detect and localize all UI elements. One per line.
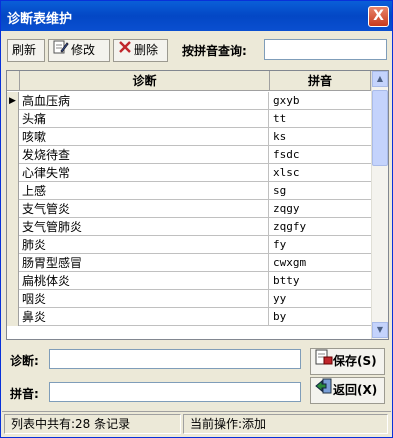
- pinyin-cell: yy: [273, 292, 287, 305]
- pinyin-cell: fy: [273, 238, 287, 251]
- search-label: 按拼音查询:: [182, 44, 247, 58]
- diagnosis-cell: 扁桃体炎: [20, 272, 269, 290]
- table-row[interactable]: 心律失常 xlsc: [7, 164, 371, 182]
- diagnosis-cell: 心律失常: [20, 164, 269, 182]
- table-row[interactable]: 发烧待查 fsdc: [7, 146, 371, 164]
- save-icon: [315, 349, 333, 374]
- diagnosis-cell: 支气管肺炎: [20, 218, 269, 236]
- return-button[interactable]: 返回(X): [310, 377, 385, 404]
- exit-door-icon: [315, 378, 333, 403]
- scroll-down-icon[interactable]: ▼: [372, 322, 388, 338]
- diagnosis-cell: 鼻炎: [20, 308, 269, 326]
- pinyin-cell: ks: [273, 130, 287, 143]
- pinyin-cell: zqgy: [273, 202, 300, 215]
- table-row[interactable]: 上感 sg: [7, 182, 371, 200]
- pinyin-cell: sg: [273, 184, 287, 197]
- pinyin-cell: gxyb: [273, 94, 300, 107]
- diagnosis-cell: 高血压病: [20, 92, 269, 110]
- row-indicator: [7, 146, 19, 164]
- current-row-indicator-icon: ▶: [7, 92, 19, 110]
- delete-label: 删除: [134, 43, 159, 57]
- table-row[interactable]: 咳嗽 ks: [7, 128, 371, 146]
- table-row[interactable]: 咽炎 yy: [7, 290, 371, 308]
- pinyin-field-label: 拼音:: [10, 387, 39, 401]
- table-row[interactable]: 扁桃体炎 btty: [7, 272, 371, 290]
- table-row[interactable]: 头痛 tt: [7, 110, 371, 128]
- diagnosis-input[interactable]: [49, 349, 301, 369]
- record-count-status: 列表中共有:28 条记录: [4, 414, 181, 434]
- row-indicator: [7, 182, 19, 200]
- window-title: 诊断表维护: [7, 12, 73, 27]
- diagnosis-cell: 咽炎: [20, 290, 269, 308]
- pinyin-cell: fsdc: [273, 148, 300, 161]
- pinyin-cell: btty: [273, 274, 300, 287]
- diagnosis-cell: 咳嗽: [20, 128, 269, 146]
- row-indicator: [7, 236, 19, 254]
- row-indicator: [7, 308, 19, 326]
- pinyin-input[interactable]: [49, 382, 301, 402]
- return-label: 返回(X): [333, 383, 378, 397]
- scroll-thumb[interactable]: [372, 90, 388, 166]
- pinyin-cell: tt: [273, 112, 287, 125]
- pinyin-cell: zqgfy: [273, 220, 307, 233]
- row-indicator: [7, 290, 19, 308]
- delete-button[interactable]: 删除: [113, 39, 168, 62]
- title-bar[interactable]: 诊断表维护 X: [1, 1, 392, 31]
- edit-label: 修改: [71, 43, 96, 57]
- table-row[interactable]: 鼻炎 by: [7, 308, 371, 326]
- row-indicator: [7, 218, 19, 236]
- pinyin-cell: cwxgm: [273, 256, 307, 269]
- status-bar: 列表中共有:28 条记录 当前操作:添加: [2, 411, 391, 435]
- table-row[interactable]: ▶ 高血压病 gxyb: [7, 92, 371, 110]
- table-row[interactable]: 肠胃型感冒 cwxgm: [7, 254, 371, 272]
- save-label: 保存(S): [333, 354, 377, 368]
- close-button[interactable]: X: [368, 6, 389, 27]
- row-indicator: [7, 200, 19, 218]
- table-body: ▶ 高血压病 gxyb 头痛 tt 咳嗽 ks 发烧待查 fsdc 心律失常 xlsc 上感 sg 支气管…: [7, 92, 371, 326]
- table-header: 诊断 拼音: [7, 71, 371, 91]
- table-row[interactable]: 支气管肺炎 zqgfy: [7, 218, 371, 236]
- edit-button[interactable]: 修改: [48, 39, 110, 62]
- row-indicator: [7, 128, 19, 146]
- pinyin-cell: by: [273, 310, 287, 323]
- table-row[interactable]: 支气管炎 zqgy: [7, 200, 371, 218]
- column-header-pinyin[interactable]: 拼音: [270, 71, 371, 91]
- delete-x-icon: [118, 40, 132, 61]
- diagnosis-cell: 肠胃型感冒: [20, 254, 269, 272]
- diagnosis-cell: 上感: [20, 182, 269, 200]
- row-indicator: [7, 110, 19, 128]
- row-indicator: [7, 272, 19, 290]
- save-button[interactable]: 保存(S): [310, 348, 385, 375]
- edit-icon: [53, 40, 69, 61]
- vertical-scrollbar[interactable]: ▲ ▼: [371, 71, 388, 339]
- table-row[interactable]: 肺炎 fy: [7, 236, 371, 254]
- diagnosis-table: 诊断 拼音 ▶ 高血压病 gxyb 头痛 tt 咳嗽 ks 发烧待查 fsdc 心律失常 xlsc 上…: [6, 70, 389, 340]
- scroll-up-icon[interactable]: ▲: [372, 71, 388, 87]
- refresh-button[interactable]: 刷新: [7, 39, 45, 62]
- diagnosis-cell: 支气管炎: [20, 200, 269, 218]
- diagnosis-cell: 发烧待查: [20, 146, 269, 164]
- row-indicator: [7, 164, 19, 182]
- diagnosis-cell: 头痛: [20, 110, 269, 128]
- pinyin-cell: xlsc: [273, 166, 300, 179]
- refresh-label: 刷新: [12, 43, 37, 57]
- pinyin-search-input[interactable]: [264, 39, 387, 60]
- diagnosis-field-label: 诊断:: [10, 354, 39, 368]
- row-indicator-header: [7, 71, 20, 91]
- close-icon: X: [373, 8, 384, 24]
- current-operation-status: 当前操作:添加: [183, 414, 388, 434]
- diagnosis-maintenance-window: 诊断表维护 X 刷新 修改 删除 按拼音查询: 诊断 拼音 ▶ 高血压病 gxyb 头…: [0, 0, 393, 438]
- row-indicator: [7, 254, 19, 272]
- diagnosis-cell: 肺炎: [20, 236, 269, 254]
- column-header-diagnosis[interactable]: 诊断: [20, 71, 270, 91]
